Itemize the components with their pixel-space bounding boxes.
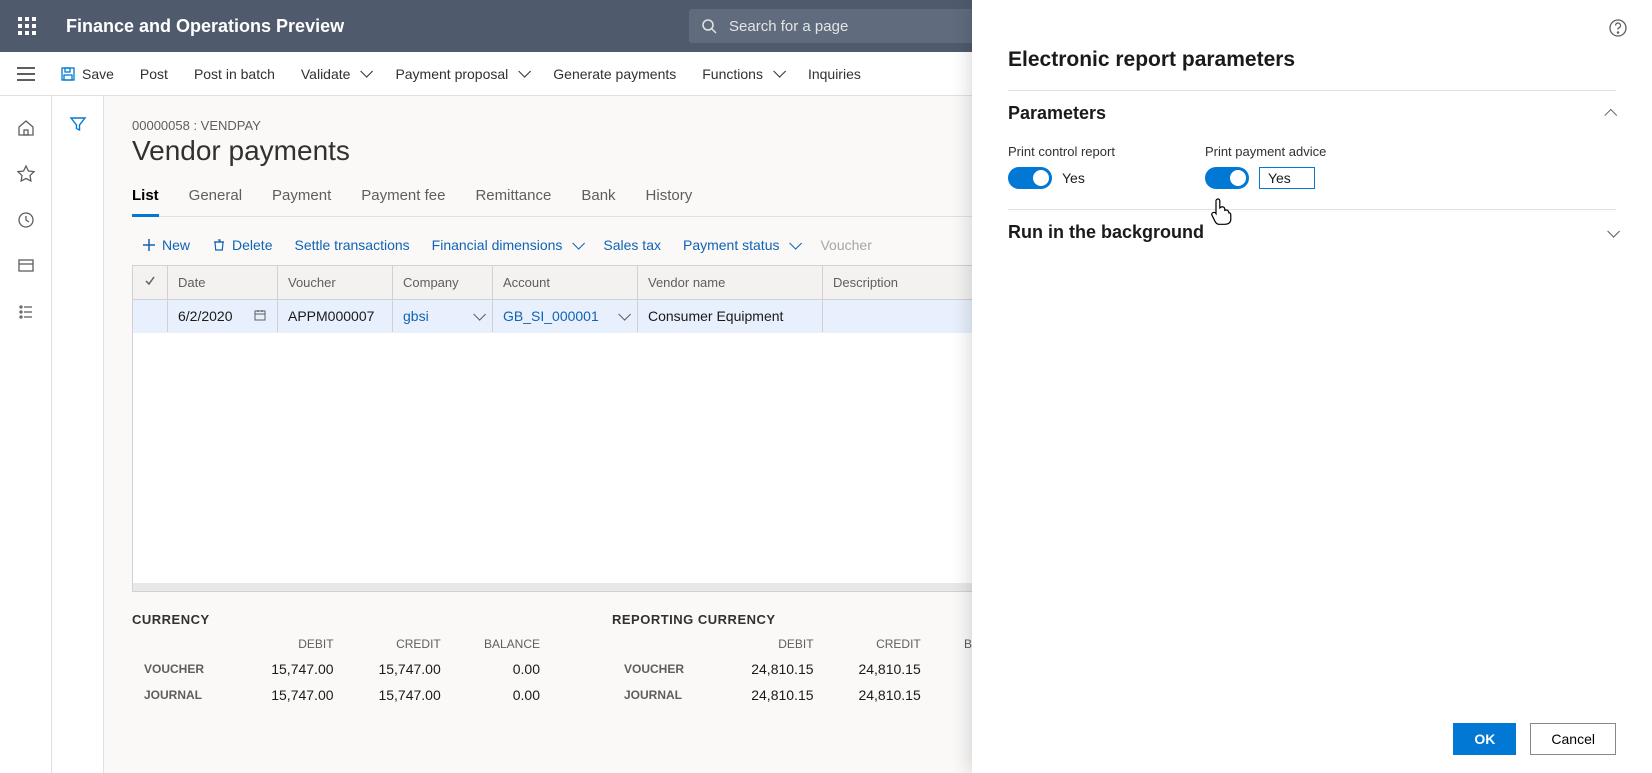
recent-icon[interactable] (12, 206, 40, 234)
col-voucher[interactable]: Voucher (278, 266, 393, 300)
print-control-report-field: Print control report Yes (1008, 144, 1115, 189)
chevron-down-icon (1603, 222, 1616, 243)
help-icon[interactable] (1608, 18, 1628, 41)
functions-dropdown[interactable]: Functions (702, 66, 782, 82)
col-company[interactable]: Company (393, 266, 493, 300)
cell-company[interactable]: gbsi (393, 300, 493, 333)
print-control-report-toggle[interactable] (1008, 167, 1052, 189)
panel-title: Electronic report parameters (1008, 48, 1616, 72)
col-date[interactable]: Date (168, 266, 278, 300)
financial-dimensions-dropdown[interactable]: Financial dimensions (432, 237, 582, 253)
favorites-icon[interactable] (12, 160, 40, 188)
parameters-panel: Electronic report parameters Parameters … (972, 0, 1652, 773)
tab-payment[interactable]: Payment (272, 177, 331, 216)
print-payment-advice-field: Print payment advice Yes (1205, 144, 1326, 189)
tab-remittance[interactable]: Remittance (475, 177, 551, 216)
chevron-down-icon[interactable] (469, 308, 482, 324)
panel-footer: OK Cancel (1008, 709, 1616, 755)
save-button[interactable]: Save (60, 66, 114, 82)
print-payment-advice-toggle[interactable] (1205, 167, 1249, 189)
settle-transactions-button[interactable]: Settle transactions (294, 237, 409, 253)
nav-hamburger[interactable] (10, 58, 42, 90)
payment-status-dropdown[interactable]: Payment status (683, 237, 799, 253)
voucher-button[interactable]: Voucher (820, 237, 871, 253)
post-button[interactable]: Post (140, 66, 168, 82)
filter-icon[interactable] (68, 114, 88, 773)
payment-proposal-dropdown[interactable]: Payment proposal (395, 66, 527, 82)
tab-list[interactable]: List (132, 177, 159, 216)
app-title: Finance and Operations Preview (66, 16, 344, 37)
print-payment-advice-value[interactable]: Yes (1259, 167, 1315, 189)
save-icon (60, 66, 76, 82)
home-icon[interactable] (12, 114, 40, 142)
left-rail (0, 96, 52, 773)
select-all-checkbox[interactable] (133, 266, 168, 300)
currency-totals-title: CURRENCY (132, 612, 552, 627)
background-section-header[interactable]: Run in the background (1008, 222, 1616, 243)
workspaces-icon[interactable] (12, 252, 40, 280)
parameters-section-header[interactable]: Parameters (1008, 103, 1616, 124)
plus-icon (142, 238, 156, 252)
search-icon (701, 18, 717, 34)
tab-general[interactable]: General (189, 177, 242, 216)
trash-icon (212, 238, 226, 252)
new-button[interactable]: New (142, 237, 190, 253)
background-section: Run in the background (1008, 209, 1616, 709)
cancel-button[interactable]: Cancel (1530, 723, 1616, 755)
sales-tax-button[interactable]: Sales tax (603, 237, 661, 253)
row-checkbox[interactable] (133, 300, 168, 333)
reporting-totals-title: REPORTING CURRENCY (612, 612, 1032, 627)
generate-payments-button[interactable]: Generate payments (553, 66, 676, 82)
chevron-down-icon[interactable] (614, 308, 627, 324)
calendar-icon[interactable] (253, 308, 267, 322)
col-vendor-name[interactable]: Vendor name (638, 266, 823, 300)
app-launcher-icon[interactable] (18, 17, 36, 35)
chevron-up-icon (1603, 103, 1616, 124)
validate-dropdown[interactable]: Validate (301, 66, 370, 82)
cell-vendor-name[interactable]: Consumer Equipment (638, 300, 823, 333)
print-control-report-value: Yes (1062, 170, 1085, 186)
post-in-batch-button[interactable]: Post in batch (194, 66, 275, 82)
inquiries-button[interactable]: Inquiries (808, 66, 861, 82)
col-account[interactable]: Account (493, 266, 638, 300)
tab-payment-fee[interactable]: Payment fee (361, 177, 445, 216)
cell-voucher[interactable]: APPM000007 (278, 300, 393, 333)
filter-column (52, 96, 104, 773)
tab-bank[interactable]: Bank (581, 177, 615, 216)
tab-history[interactable]: History (646, 177, 693, 216)
modules-icon[interactable] (12, 298, 40, 326)
cell-account[interactable]: GB_SI_000001 (493, 300, 638, 333)
delete-button[interactable]: Delete (212, 237, 272, 253)
parameters-section: Parameters Print control report Yes Prin… (1008, 90, 1616, 209)
ok-button[interactable]: OK (1453, 723, 1516, 755)
cell-date[interactable]: 6/2/2020 (168, 300, 278, 333)
